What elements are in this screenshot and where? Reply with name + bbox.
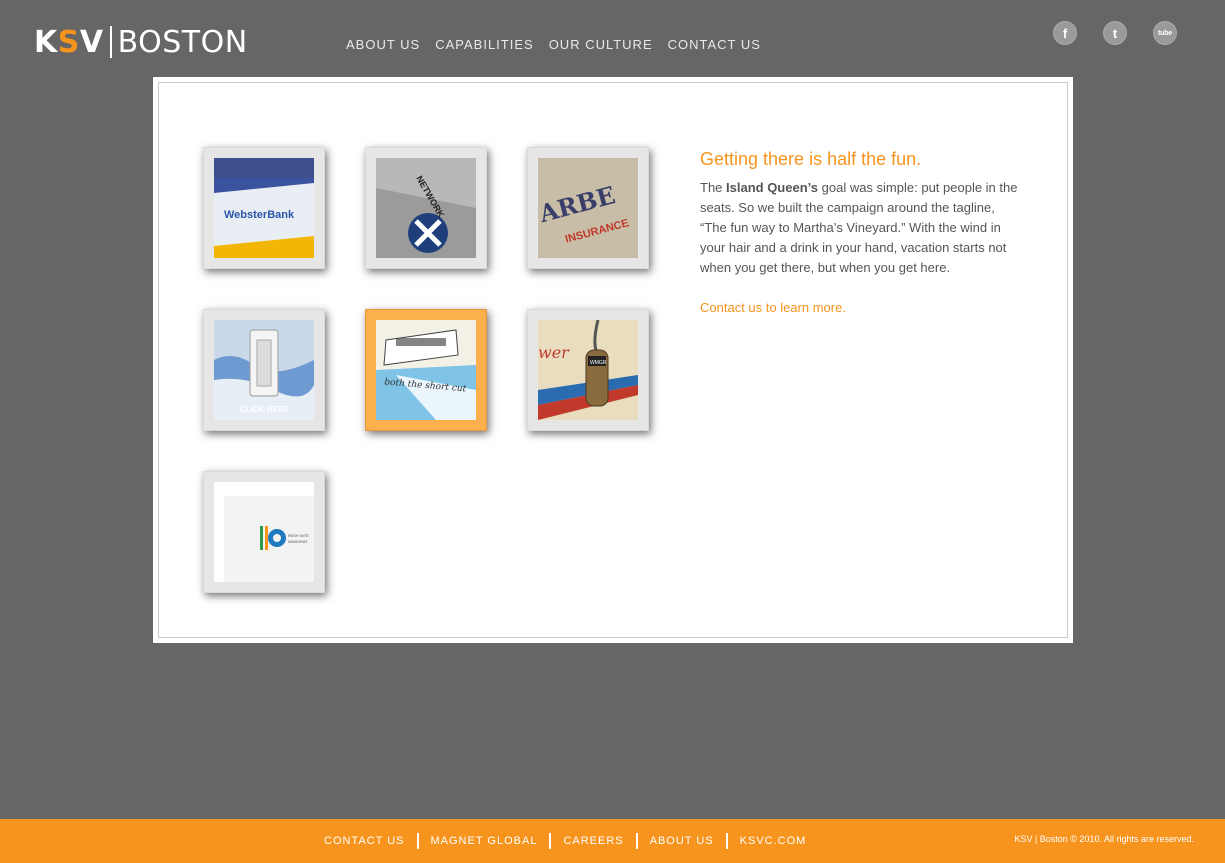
project-description: Getting there is half the fun. The Islan… [700,148,1020,318]
logo-letter-v: V [79,24,104,60]
webster-bank-card-image: WebsterBank [214,158,314,258]
main-nav: ABOUT US CAPABILITIES OUR CULTURE CONTAC… [346,37,776,52]
youtube-glyph: tube [1158,29,1172,37]
nav-capabilities[interactable]: CAPABILITIES [435,37,533,52]
portfolio-thumbnail-webster-bank[interactable]: WebsterBank [203,147,325,269]
footer-ksvc-com[interactable]: KSVC.COM [740,835,807,847]
logo-divider [109,26,112,58]
logo-city: BOSTON [117,24,248,60]
logo-letter-k: K [34,24,58,60]
footer-separator [549,833,552,849]
portfolio-thumbnail-radio-microphone[interactable]: WMGR wer [527,309,649,431]
footer-separator [635,833,638,849]
ksv-boston-logo[interactable]: KSV BOSTON [34,24,248,60]
power-caption: wer [538,343,570,362]
footer-about-us[interactable]: ABOUT US [650,835,714,847]
nav-about-us[interactable]: ABOUT US [346,37,420,52]
island-queen-ferry-image: both the short cut [376,320,476,420]
footer-magnet-global[interactable]: MAGNET GLOBAL [431,835,538,847]
portfolio-thumbnail-island-queen[interactable]: both the short cut [365,309,487,431]
wmgr-caption: WMGR [590,360,607,366]
footer-separator [725,833,728,849]
portfolio-thumbnail-barbers-insurance[interactable]: ARBE INSURANCE [527,147,649,269]
body-prefix: The [700,180,727,195]
network-card-image: NETWORK [376,158,476,258]
click-here-caption: CLICK HERE [240,405,290,414]
footer-separator [416,833,419,849]
portfolio-thumbnail-light-switch[interactable]: CLICK HERE [203,309,325,431]
facebook-glyph: f [1062,25,1068,41]
facebook-icon[interactable]: f [1053,21,1077,45]
footer-careers[interactable]: CAREERS [563,835,623,847]
body-strong: Island Queen’s [726,180,819,195]
light-switch-image: CLICK HERE [214,320,314,420]
contact-us-link[interactable]: Contact us to learn more. [700,298,1020,318]
project-heading: Getting there is half the fun. [700,149,922,169]
iic-caption-line1: IRISH INTE [288,533,309,538]
radio-microphone-image: WMGR wer [538,320,638,420]
twitter-glyph: t [1112,25,1118,41]
twitter-icon[interactable]: t [1103,21,1127,45]
youtube-icon[interactable]: tube [1153,21,1177,45]
iic-caption-line2: IMMIGRAT [288,539,308,544]
iic-logo-image: IRISH INTE IMMIGRAT [214,482,314,582]
footer-contact-us[interactable]: CONTACT US [324,835,405,847]
footer: CONTACT US MAGNET GLOBAL CAREERS ABOUT U… [0,819,1225,863]
project-body: The Island Queen’s goal was simple: put … [700,178,1020,278]
portfolio-thumbnail-network[interactable]: NETWORK [365,147,487,269]
webster-bank-caption: WebsterBank [224,209,295,221]
logo-letter-s: S [57,24,80,60]
barbers-insurance-image: ARBE INSURANCE [538,158,638,258]
copyright-text: KSV | Boston © 2010. All rights are rese… [1014,834,1194,844]
nav-contact-us[interactable]: CONTACT US [668,37,761,52]
social-links: f t tube [1053,21,1177,45]
nav-our-culture[interactable]: OUR CULTURE [549,37,653,52]
footer-links: CONTACT US MAGNET GLOBAL CAREERS ABOUT U… [324,833,806,849]
portfolio-thumbnail-iic[interactable]: IRISH INTE IMMIGRAT [203,471,325,593]
